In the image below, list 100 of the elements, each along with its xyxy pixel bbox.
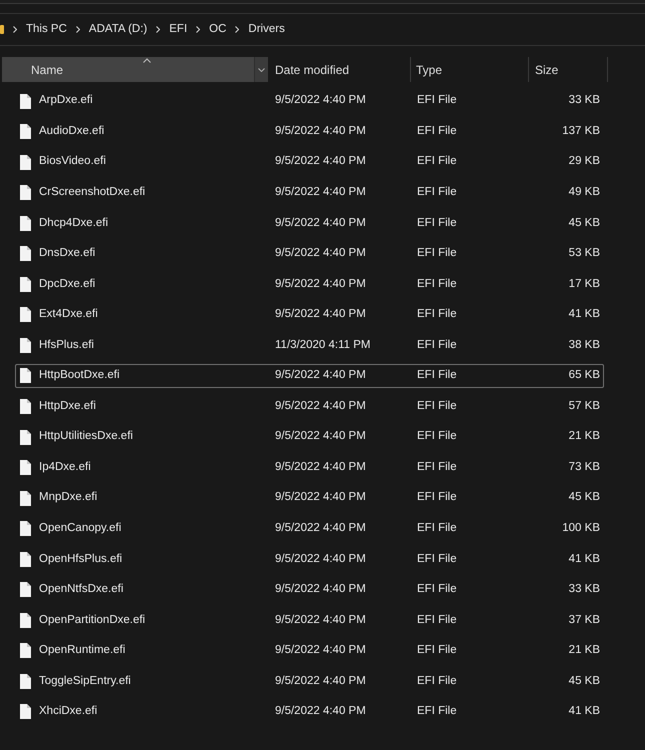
folder-icon — [0, 25, 4, 34]
column-header[interactable]: Date modified — [268, 57, 411, 82]
column-header[interactable]: Type — [411, 57, 529, 82]
file-size: 53 KB — [568, 246, 600, 262]
file-row[interactable]: HttpDxe.efi 9/5/2022 4:40 PM EFI File 57 KB — [15, 394, 604, 418]
chevron-right-icon — [196, 26, 200, 33]
file-row[interactable]: HttpUtilitiesDxe.efi 9/5/2022 4:40 PM EFI File 21 KB — [15, 425, 604, 450]
file-icon — [20, 368, 31, 384]
date-modified: 9/5/2022 4:40 PM — [275, 216, 366, 229]
file-type: EFI File — [417, 94, 457, 106]
file-row[interactable]: OpenNtfsDxe.efi 9/5/2022 4:40 PM EFI File 33 KB — [15, 578, 604, 602]
file-icon — [20, 216, 31, 231]
file-name: DnsDxe.efi — [39, 246, 96, 262]
date-modified: 9/5/2022 4:40 PM — [275, 430, 366, 442]
file-row[interactable]: ArpDxe.efi 9/5/2022 4:40 PM EFI File 33 KB — [15, 89, 604, 113]
file-icon — [20, 338, 31, 353]
file-icon — [20, 490, 31, 506]
file-row[interactable]: Dhcp4Dxe.efi 9/5/2022 4:40 PM EFI File 45 KB — [15, 211, 604, 236]
file-type: EFI File — [417, 705, 457, 718]
column-header[interactable]: Size — [529, 57, 608, 82]
file-row[interactable]: Ip4Dxe.efi 9/5/2022 4:40 PM EFI File 73 KB — [15, 456, 604, 480]
file-row[interactable]: AudioDxe.efi 9/5/2022 4:40 PM EFI File 137 KB — [15, 120, 604, 144]
file-icon — [20, 704, 31, 720]
file-name: OpenHfsPlus.efi — [39, 552, 122, 567]
file-size: 37 KB — [568, 612, 600, 628]
date-modified: 9/5/2022 4:40 PM — [275, 644, 366, 656]
file-name: HttpUtilitiesDxe.efi — [39, 429, 133, 444]
file-size: 45 KB — [568, 216, 600, 231]
file-row[interactable]: BiosVideo.efi 9/5/2022 4:40 PM EFI File 29 KB — [15, 150, 604, 174]
file-row[interactable]: HttpBootDxe.efi 9/5/2022 4:40 PM EFI File 65 KB — [15, 364, 604, 388]
date-modified: 9/5/2022 4:40 PM — [275, 400, 366, 412]
file-row[interactable]: OpenCanopy.efi 9/5/2022 4:40 PM EFI File 100 KB — [15, 516, 604, 541]
chevron-right-icon — [235, 26, 240, 33]
file-type: EFI File — [417, 644, 457, 656]
file-size: 33 KB — [568, 93, 600, 108]
file-size: 45 KB — [568, 490, 600, 506]
file-row[interactable]: ToggleSipEntry.efi 9/5/2022 4:40 PM EFI File 45 KB — [15, 669, 604, 694]
column-header[interactable]: Name — [2, 57, 268, 82]
file-name: MnpDxe.efi — [39, 490, 98, 506]
file-row[interactable]: HfsPlus.efi 11/3/2020 4:11 PM EFI File 38 KB — [15, 333, 604, 358]
file-size: 49 KB — [568, 185, 600, 200]
file-type: EFI File — [417, 247, 457, 260]
file-icon — [20, 307, 31, 322]
file-row[interactable]: XhciDxe.efi 9/5/2022 4:40 PM EFI File 41 KB — [15, 700, 604, 724]
chevron-right-icon — [156, 26, 160, 33]
date-modified: 9/5/2022 4:40 PM — [275, 308, 366, 320]
breadcrumb-item[interactable]: ADATA (D:) — [88, 20, 148, 38]
file-row[interactable]: DnsDxe.efi 9/5/2022 4:40 PM EFI File 53 KB — [15, 242, 604, 266]
file-icon — [20, 582, 31, 598]
file-row[interactable]: OpenRuntime.efi 9/5/2022 4:40 PM EFI File 21 KB — [15, 638, 604, 663]
breadcrumb-item[interactable]: OC — [209, 20, 226, 38]
breadcrumb-item[interactable]: This PC — [26, 20, 67, 38]
file-row[interactable]: OpenHfsPlus.efi 9/5/2022 4:40 PM EFI File 41 KB — [15, 547, 604, 572]
file-type: EFI File — [417, 491, 457, 504]
file-size: 65 KB — [568, 368, 600, 384]
file-name: AudioDxe.efi — [39, 124, 104, 139]
file-name: ToggleSipEntry.efi — [39, 674, 131, 689]
file-row[interactable]: Ext4Dxe.efi 9/5/2022 4:40 PM EFI File 41 KB — [15, 302, 604, 327]
file-type: EFI File — [417, 400, 457, 412]
file-type: EFI File — [417, 430, 457, 442]
date-modified: 9/5/2022 4:40 PM — [275, 522, 366, 534]
date-modified: 9/5/2022 4:40 PM — [275, 369, 366, 382]
file-type: EFI File — [417, 522, 457, 534]
file-type: EFI File — [417, 216, 457, 229]
date-modified: 11/3/2020 4:11 PM — [275, 338, 370, 351]
file-name: ArpDxe.efi — [39, 93, 93, 108]
file-icon — [20, 612, 31, 628]
file-type: EFI File — [417, 674, 457, 687]
file-type: EFI File — [417, 460, 457, 473]
file-icon — [20, 460, 31, 476]
file-icon — [20, 276, 31, 292]
file-type: EFI File — [417, 278, 457, 290]
breadcrumb-item[interactable]: Drivers — [248, 20, 285, 38]
file-icon — [20, 246, 31, 262]
column-dropdown-button[interactable] — [254, 57, 268, 82]
file-size: 17 KB — [568, 276, 600, 292]
file-row[interactable]: MnpDxe.efi 9/5/2022 4:40 PM EFI File 45 KB — [15, 486, 604, 510]
file-name: Ip4Dxe.efi — [39, 460, 91, 475]
date-modified: 9/5/2022 4:40 PM — [275, 674, 366, 687]
file-name: Dhcp4Dxe.efi — [39, 216, 108, 231]
file-type: EFI File — [417, 124, 457, 137]
chevron-right-icon — [13, 26, 17, 33]
file-name: HfsPlus.efi — [39, 338, 94, 353]
file-name: BiosVideo.efi — [39, 154, 106, 170]
file-type: EFI File — [417, 155, 457, 168]
file-size: 21 KB — [568, 429, 600, 444]
breadcrumb-item[interactable]: EFI — [169, 20, 188, 38]
file-size: 29 KB — [568, 154, 600, 170]
date-modified: 9/5/2022 4:40 PM — [275, 186, 366, 198]
file-row[interactable]: CrScreenshotDxe.efi 9/5/2022 4:40 PM EFI File 49 KB — [15, 180, 604, 205]
file-size: 73 KB — [568, 460, 600, 475]
file-size: 41 KB — [568, 704, 600, 720]
file-name: CrScreenshotDxe.efi — [39, 185, 146, 200]
file-size: 41 KB — [568, 307, 600, 322]
file-icon — [20, 552, 31, 567]
file-row[interactable]: OpenPartitionDxe.efi 9/5/2022 4:40 PM EFI File 37 KB — [15, 608, 604, 632]
file-name: Ext4Dxe.efi — [39, 307, 98, 322]
date-modified: 9/5/2022 4:40 PM — [275, 552, 366, 565]
file-size: 57 KB — [568, 398, 600, 414]
file-row[interactable]: DpcDxe.efi 9/5/2022 4:40 PM EFI File 17 KB — [15, 272, 604, 296]
